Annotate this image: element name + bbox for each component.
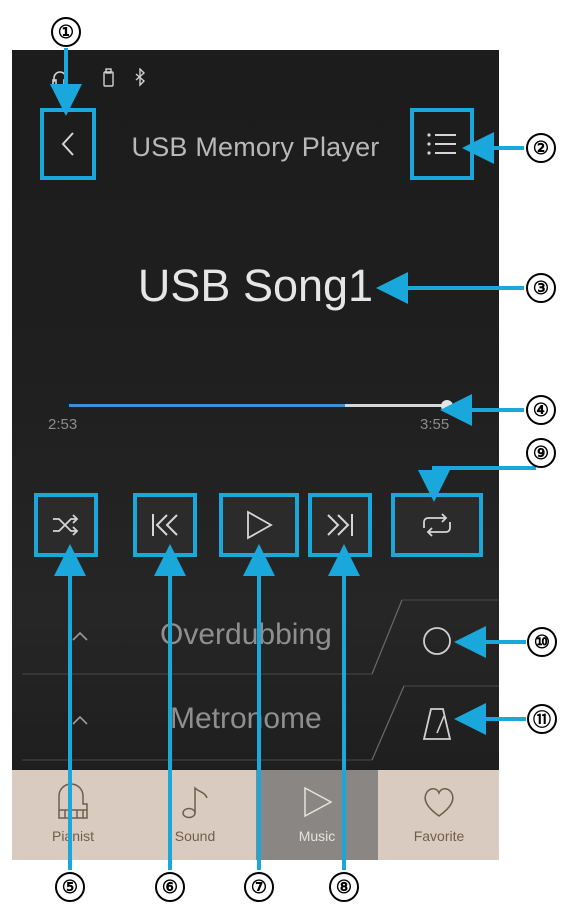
callout-arrows <box>50 48 536 870</box>
callout-4: ④ <box>526 395 556 425</box>
callout-10: ⑩ <box>527 627 557 657</box>
callout-8: ⑧ <box>329 872 359 902</box>
callout-9: ⑨ <box>526 438 556 468</box>
callout-3: ③ <box>526 273 556 303</box>
callout-6: ⑥ <box>155 872 185 902</box>
callout-5: ⑤ <box>55 872 85 902</box>
callout-11: ⑪ <box>527 704 557 734</box>
arrow-9 <box>418 466 536 502</box>
callout-7: ⑦ <box>244 872 274 902</box>
callout-2: ② <box>526 133 556 163</box>
callout-1: ① <box>51 17 81 47</box>
